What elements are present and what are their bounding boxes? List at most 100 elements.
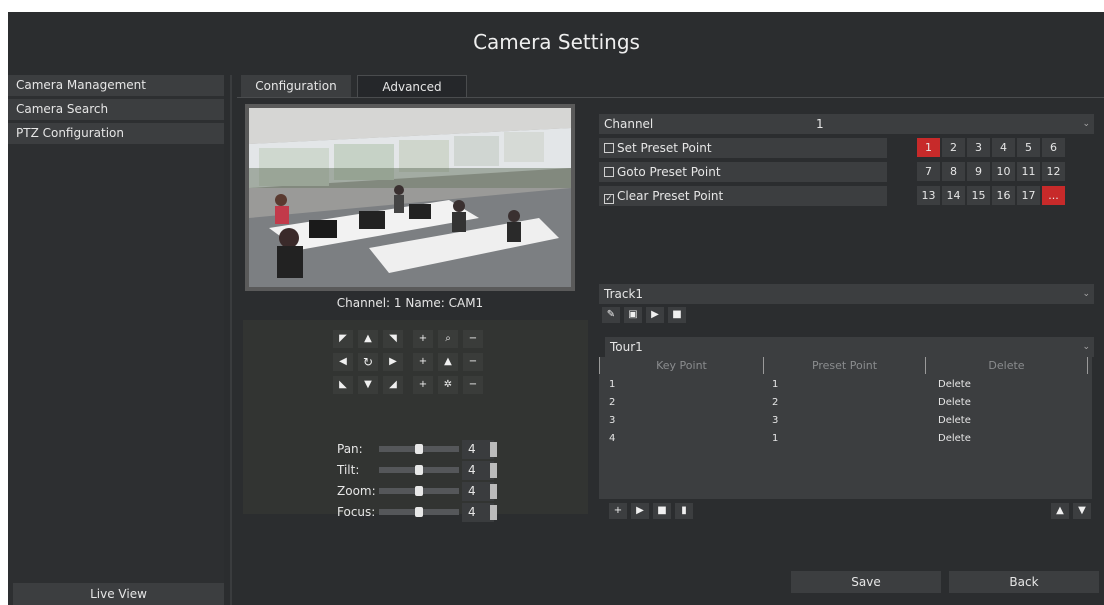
- preset-button[interactable]: 5: [1017, 138, 1040, 157]
- live-view-button[interactable]: Live View: [13, 583, 224, 605]
- focus-slider[interactable]: [379, 507, 459, 517]
- spinner-icon[interactable]: [490, 484, 497, 499]
- delete-row-button[interactable]: Delete: [938, 376, 971, 394]
- checkbox-icon[interactable]: [604, 167, 614, 177]
- clear-preset-label: Clear Preset Point: [617, 189, 724, 203]
- add-icon[interactable]: +: [609, 503, 627, 519]
- zoom-icon: ⌕: [438, 330, 458, 348]
- goto-preset-checkbox[interactable]: Goto Preset Point: [599, 162, 887, 182]
- preset-button[interactable]: 4: [992, 138, 1015, 157]
- tab-advanced[interactable]: Advanced: [357, 75, 467, 98]
- preset-button[interactable]: 9: [967, 162, 990, 181]
- sidebar-item-camera-management[interactable]: Camera Management: [8, 75, 224, 96]
- sidebar-item-ptz-configuration[interactable]: PTZ Configuration: [8, 123, 224, 144]
- chevron-down-icon: ⌄: [1082, 119, 1090, 129]
- table-cell-preset: 2: [772, 397, 779, 408]
- table-cell-key: 1: [609, 379, 616, 390]
- pan-slider-row: Pan: 4: [334, 440, 497, 459]
- preset-button[interactable]: 13: [917, 186, 940, 205]
- focus-far-button[interactable]: −: [463, 353, 483, 371]
- more-presets-button[interactable]: ...: [1042, 186, 1065, 205]
- ptz-up-button[interactable]: ▲: [358, 330, 378, 348]
- edit-icon[interactable]: ✎: [602, 307, 620, 323]
- save-button[interactable]: Save: [791, 571, 941, 593]
- move-up-icon[interactable]: ▲: [1051, 503, 1069, 519]
- tour-table: Key Point Preset Point Delete 1 1 Delete…: [599, 357, 1092, 499]
- iris-open-button[interactable]: +: [413, 376, 433, 394]
- preset-button[interactable]: 15: [967, 186, 990, 205]
- pan-label: Pan:: [337, 442, 363, 456]
- ptz-up-right-button[interactable]: ◥: [383, 330, 403, 348]
- tour-select[interactable]: Tour1 ⌄: [605, 337, 1094, 357]
- preset-button[interactable]: 17: [1017, 186, 1040, 205]
- track-select[interactable]: Track1 ⌄: [599, 284, 1094, 304]
- preset-button[interactable]: 1: [917, 138, 940, 157]
- checkbox-icon[interactable]: ✓: [604, 194, 614, 204]
- pan-slider[interactable]: [379, 444, 459, 454]
- preset-button[interactable]: 2: [942, 138, 965, 157]
- table-cell-preset: 1: [772, 379, 779, 390]
- play-icon[interactable]: ▶: [646, 307, 664, 323]
- ptz-left-button[interactable]: ◀: [333, 353, 353, 371]
- set-preset-checkbox[interactable]: Set Preset Point: [599, 138, 887, 158]
- table-cell-key: 4: [609, 433, 616, 444]
- track-value: Track1: [604, 287, 644, 301]
- focus-near-button[interactable]: +: [413, 353, 433, 371]
- sidebar-item-camera-search[interactable]: Camera Search: [8, 99, 224, 120]
- channel-value: 1: [816, 117, 824, 131]
- slider-knob[interactable]: [415, 486, 423, 496]
- page-title: Camera Settings: [473, 30, 640, 54]
- clear-preset-checkbox[interactable]: ✓ Clear Preset Point: [599, 186, 887, 206]
- preset-button[interactable]: 7: [917, 162, 940, 181]
- preset-button[interactable]: 16: [992, 186, 1015, 205]
- delete-row-button[interactable]: Delete: [938, 412, 971, 430]
- zoom-in-button[interactable]: +: [413, 330, 433, 348]
- spinner-icon[interactable]: [490, 463, 497, 478]
- table-cell-key: 3: [609, 415, 616, 426]
- zoom-out-button[interactable]: −: [463, 330, 483, 348]
- auto-rotate-button[interactable]: ↻: [358, 353, 378, 371]
- checkbox-icon[interactable]: [604, 143, 614, 153]
- column-header-key-point[interactable]: Key Point: [599, 357, 764, 374]
- delete-row-button[interactable]: Delete: [938, 430, 971, 448]
- ptz-down-left-button[interactable]: ◣: [333, 376, 353, 394]
- ptz-right-button[interactable]: ▶: [383, 353, 403, 371]
- preset-button[interactable]: 8: [942, 162, 965, 181]
- focus-slider-row: Focus: 4: [334, 503, 497, 522]
- ptz-down-right-button[interactable]: ◢: [383, 376, 403, 394]
- stop-icon[interactable]: ■: [653, 503, 671, 519]
- preset-button[interactable]: 11: [1017, 162, 1040, 181]
- preset-button[interactable]: 10: [992, 162, 1015, 181]
- chevron-down-icon: ⌄: [1082, 342, 1090, 352]
- set-preset-label: Set Preset Point: [617, 141, 712, 155]
- play-icon[interactable]: ▶: [631, 503, 649, 519]
- tilt-slider-row: Tilt: 4: [334, 461, 497, 480]
- tab-configuration[interactable]: Configuration: [241, 75, 351, 98]
- move-down-icon[interactable]: ▼: [1073, 503, 1091, 519]
- iris-close-button[interactable]: −: [463, 376, 483, 394]
- spinner-icon[interactable]: [490, 505, 497, 520]
- tour-value: Tour1: [610, 340, 643, 354]
- slider-knob[interactable]: [415, 507, 423, 517]
- back-button[interactable]: Back: [949, 571, 1099, 593]
- column-header-delete[interactable]: Delete: [926, 357, 1088, 374]
- ptz-up-left-button[interactable]: ◤: [333, 330, 353, 348]
- preset-button[interactable]: 6: [1042, 138, 1065, 157]
- iris-icon: ✲: [438, 376, 458, 394]
- zoom-label: Zoom:: [337, 484, 376, 498]
- slider-knob[interactable]: [415, 465, 423, 475]
- preset-button[interactable]: 3: [967, 138, 990, 157]
- preset-button[interactable]: 14: [942, 186, 965, 205]
- slider-knob[interactable]: [415, 444, 423, 454]
- delete-row-button[interactable]: Delete: [938, 394, 971, 412]
- trash-icon[interactable]: ▮: [675, 503, 693, 519]
- column-header-preset-point[interactable]: Preset Point: [764, 357, 926, 374]
- stop-icon[interactable]: ■: [668, 307, 686, 323]
- preset-button[interactable]: 12: [1042, 162, 1065, 181]
- zoom-slider[interactable]: [379, 486, 459, 496]
- save-icon[interactable]: ▣: [624, 307, 642, 323]
- tilt-slider[interactable]: [379, 465, 459, 475]
- channel-select[interactable]: Channel 1 ⌄: [599, 114, 1094, 134]
- ptz-down-button[interactable]: ▼: [358, 376, 378, 394]
- spinner-icon[interactable]: [490, 442, 497, 457]
